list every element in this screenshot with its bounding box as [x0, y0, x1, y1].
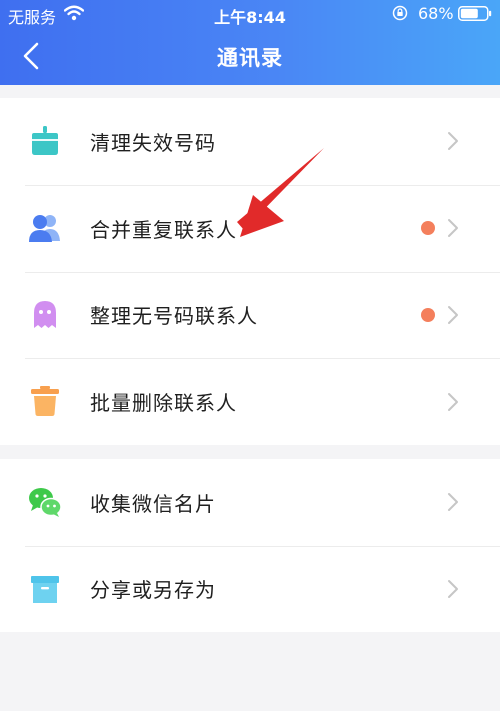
menu-group-contacts-cleanup: 清理失效号码 合并重复联系人 整理无号码联系人 批量删除联系人 [0, 98, 500, 445]
menu-item-batch-delete-contacts[interactable]: 批量删除联系人 [0, 358, 500, 445]
wechat-icon [29, 488, 62, 517]
chevron-right-icon [448, 219, 458, 238]
menu-item-clean-invalid-numbers[interactable]: 清理失效号码 [0, 98, 500, 185]
menu-item-organize-contacts-without-number[interactable]: 整理无号码联系人 [0, 271, 500, 359]
chevron-right-icon [448, 493, 458, 512]
battery-icon [458, 6, 492, 21]
menu-item-collect-wechat-cards[interactable]: 收集微信名片 [0, 459, 500, 546]
archive-box-icon [31, 575, 59, 603]
menu-item-label: 分享或另存为 [90, 578, 216, 603]
contacts-icon [29, 214, 60, 242]
menu-group-share: 收集微信名片 分享或另存为 [0, 459, 500, 632]
chevron-right-icon [448, 579, 458, 598]
trash-icon [31, 386, 59, 417]
menu-item-label: 收集微信名片 [90, 491, 216, 516]
battery-percent-label: 68% [418, 4, 454, 23]
broom-icon [32, 126, 58, 155]
chevron-right-icon [448, 392, 458, 411]
menu-item-label: 批量删除联系人 [90, 391, 237, 416]
ghost-icon [34, 300, 56, 328]
notification-dot [421, 307, 435, 322]
rotation-lock-icon [392, 5, 408, 21]
chevron-right-icon [448, 132, 458, 151]
page-title: 通讯录 [217, 46, 283, 70]
chevron-right-icon [448, 305, 458, 324]
status-bar: 无服务 上午8:44 68% [0, 0, 500, 28]
menu-item-label: 合并重复联系人 [90, 217, 237, 242]
menu-item-share-or-save-as[interactable]: 分享或另存为 [0, 545, 500, 633]
menu-item-merge-duplicate-contacts[interactable]: 合并重复联系人 [0, 184, 500, 272]
menu-item-label: 清理失效号码 [90, 130, 216, 155]
notification-dot [421, 221, 435, 236]
header-bar: 无服务 上午8:44 68% 通讯录 [0, 0, 500, 85]
menu-item-label: 整理无号码联系人 [90, 304, 258, 329]
